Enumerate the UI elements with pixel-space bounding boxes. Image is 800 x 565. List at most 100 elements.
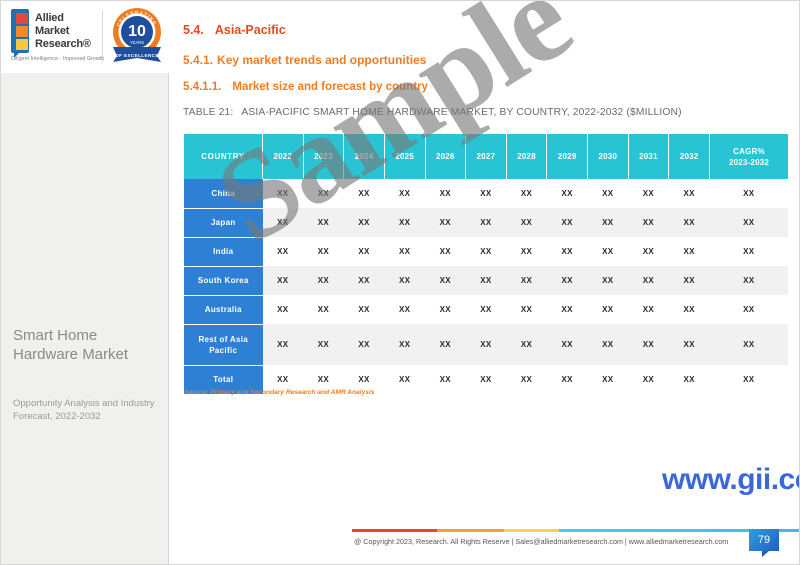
data-cell: XX <box>465 295 507 324</box>
footer-color-bar <box>352 529 799 532</box>
table-caption: TABLE 21: ASIA-PACIFIC SMART HOME HARDWAR… <box>183 107 682 118</box>
data-cell: XX <box>506 295 547 324</box>
data-cell: XX <box>628 266 669 295</box>
logo-word-allied: Allied <box>35 12 64 24</box>
table-row: Rest of Asia Pacific XX XX XX XX XX XX XX XX XX XX… <box>184 324 788 366</box>
data-cell: XX <box>384 208 425 237</box>
table-row: India XX XX XX XX XX XX XX XX XX XX XX XX <box>184 237 788 267</box>
data-cell: XX <box>587 266 629 295</box>
data-cell: XX <box>303 237 344 266</box>
data-cell: XX <box>587 324 629 365</box>
data-cell: XX <box>262 179 304 208</box>
section-title-5-4: Asia-Pacific <box>214 23 286 37</box>
footer-bar-red <box>352 529 438 532</box>
data-cell: XX <box>262 266 304 295</box>
row-label-rest-of-asia-pacific: Rest of Asia Pacific <box>184 324 263 366</box>
data-cell: XX <box>709 179 788 208</box>
column-header-2031: 2031 <box>628 134 670 179</box>
data-cell: XX <box>709 324 788 365</box>
section-heading-5-4-1-1: 5.4.1.1. Market size and forecast by coun… <box>183 81 428 93</box>
data-cell: XX <box>384 365 425 394</box>
data-cell: XX <box>343 179 385 208</box>
data-cell: XX <box>546 365 588 394</box>
row-label-china: China <box>184 179 263 209</box>
table-header: COUNTRY 2022 2023 2024 2025 2026 2027 20… <box>184 134 788 179</box>
data-cell: XX <box>425 324 466 365</box>
data-cell: XX <box>425 365 466 394</box>
column-header-2025: 2025 <box>384 134 426 179</box>
data-cell: XX <box>262 208 304 237</box>
table-body: China XX XX XX XX XX XX XX XX XX XX XX XX Japan XX XX XX… <box>184 179 788 395</box>
sidebar: Allied Market Research® Diligent Intelli… <box>1 1 169 564</box>
data-cell: XX <box>465 365 507 394</box>
data-cell: XX <box>587 295 629 324</box>
data-cell: XX <box>587 365 629 394</box>
column-header-country: COUNTRY <box>184 134 263 179</box>
data-cell: XX <box>628 208 669 237</box>
column-header-2029: 2029 <box>546 134 588 179</box>
data-cell: XX <box>425 179 466 208</box>
table-row: Japan XX XX XX XX XX XX XX XX XX XX XX XX <box>184 208 788 238</box>
table-caption-label: TABLE 21: <box>183 107 234 118</box>
section-heading-5-4: 5.4. Asia-Pacific <box>183 23 286 37</box>
data-cell: XX <box>587 179 629 208</box>
column-header-2024: 2024 <box>343 134 385 179</box>
allied-market-research-logo: Allied Market Research® Diligent Intelli… <box>11 9 104 65</box>
data-cell: XX <box>506 324 547 365</box>
data-cell: XX <box>668 179 710 208</box>
section-number-5-4: 5.4. <box>183 23 204 37</box>
column-header-2022: 2022 <box>262 134 304 179</box>
data-cell: XX <box>465 179 507 208</box>
data-cell: XX <box>343 324 385 365</box>
data-cell: XX <box>343 208 385 237</box>
logo-word-market: Market <box>35 25 70 37</box>
column-header-2028: 2028 <box>506 134 548 179</box>
data-cell: XX <box>668 266 710 295</box>
data-cell: XX <box>303 266 344 295</box>
data-cell: XX <box>628 365 669 394</box>
report-page: Allied Market Research® Diligent Intelli… <box>0 0 800 565</box>
report-subtitle: Opportunity Analysis and Industry Foreca… <box>13 398 155 422</box>
row-label-south-korea: South Korea <box>184 266 263 296</box>
data-cell: XX <box>506 266 547 295</box>
data-cell: XX <box>384 324 425 365</box>
row-label-india: India <box>184 237 263 267</box>
data-cell: XX <box>709 365 788 394</box>
section-heading-5-4-1: 5.4.1. Key market trends and opportunitie… <box>183 53 426 67</box>
section-number-5-4-1: 5.4.1. <box>183 53 214 67</box>
column-header-cagr: CAGR% 2023-2032 <box>709 134 788 179</box>
data-cell: XX <box>465 208 507 237</box>
data-cell: XX <box>384 266 425 295</box>
data-cell: XX <box>546 179 588 208</box>
data-cell: XX <box>709 295 788 324</box>
data-cell: XX <box>628 324 669 365</box>
data-cell: XX <box>343 295 385 324</box>
data-cell: XX <box>628 237 669 266</box>
cagr-period: 2023-2032 <box>728 157 770 167</box>
data-cell: XX <box>343 237 385 266</box>
data-cell: XX <box>546 324 588 365</box>
table-caption-text: ASIA-PACIFIC SMART HOME HARDWARE MARKET,… <box>241 107 682 118</box>
logo-tagline: Diligent Intelligence - Improved Growth <box>11 56 105 62</box>
table-row: Australia XX XX XX XX XX XX XX XX XX XX XX XX <box>184 295 788 325</box>
data-cell: XX <box>262 324 304 365</box>
data-cell: XX <box>506 237 547 266</box>
data-cell: XX <box>587 208 629 237</box>
column-header-2030: 2030 <box>587 134 629 179</box>
section-title-5-4-1-1: Market size and forecast by country <box>232 81 428 93</box>
page-badge-tail <box>762 551 769 557</box>
data-cell: XX <box>465 324 507 365</box>
logo-block: Allied Market Research® Diligent Intelli… <box>1 1 169 73</box>
data-cell: XX <box>303 324 344 365</box>
logo-square-orange <box>16 26 28 37</box>
data-cell: XX <box>546 295 588 324</box>
report-title: Smart Home Hardware Market <box>13 327 129 363</box>
gii-watermark: www.gii.co.jp <box>662 463 799 496</box>
data-cell: XX <box>425 208 466 237</box>
data-cell: XX <box>709 237 788 266</box>
data-cell: XX <box>425 266 466 295</box>
data-cell: XX <box>303 179 344 208</box>
data-cell: XX <box>668 324 710 365</box>
market-data-table: COUNTRY 2022 2023 2024 2025 2026 2027 20… <box>184 134 788 395</box>
column-header-2032: 2032 <box>668 134 710 179</box>
